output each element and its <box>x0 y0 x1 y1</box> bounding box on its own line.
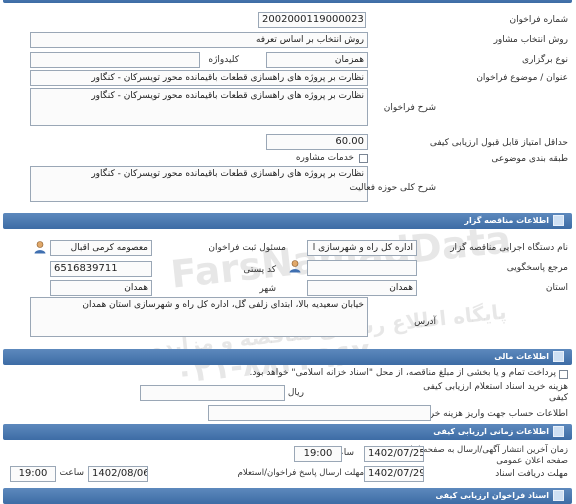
category-value: خدمات مشاوره <box>295 153 354 163</box>
province-field: همدان <box>307 280 417 296</box>
publish-time-field: 19:00 <box>294 446 342 462</box>
deadline-label: مهلت ارسال پاسخ فراخوان/استعلام <box>237 468 364 478</box>
activity-field: نظارت بر پروژه های راهسازی قطعات باقیمان… <box>30 166 368 202</box>
holding-type-field: همزمان <box>266 52 368 68</box>
publish-date-field: 1402/07/25 <box>364 446 424 462</box>
section-icon <box>553 426 564 437</box>
postal-code-field: 6516839711 <box>50 261 152 277</box>
description-field: نظارت بر پروژه های راهسازی قطعات باقیمان… <box>30 88 368 126</box>
call-number-field: 2002000119000023 <box>258 12 366 28</box>
postal-code-label: کد پستی <box>243 265 276 275</box>
doc-cost-field <box>140 385 285 401</box>
city-field: همدان <box>50 280 152 296</box>
treasury-text: پرداخت تمام و یا بخشی از مبلغ مناقصه، از… <box>249 368 556 378</box>
org-name-field: اداره کل راه و شهرسازی ا <box>307 240 417 256</box>
section-header-organizer: اطلاعات مناقصه گزار <box>3 213 572 229</box>
section-icon <box>553 351 564 362</box>
account-label: اطلاعات حساب جهت واریز هزینه خرید <box>422 409 568 419</box>
activity-label: شرح کلی حوزه فعالیت <box>349 183 436 193</box>
address-field: خیابان سعیدیه بالا، ابتدای زلفی گل، ادار… <box>30 297 368 337</box>
section-header-top <box>3 0 572 3</box>
deadline-time-label: ساعت <box>59 468 85 478</box>
section-title: اطلاعات مالی <box>494 352 549 361</box>
min-score-label: حداقل امتیاز قابل قبول ارزیابی کیفی <box>429 138 568 148</box>
section-title: اسناد فراخوان ارزیابی کیفی <box>435 491 549 500</box>
description-label: شرح فراخوان <box>383 103 436 113</box>
consultant-method-field: روش انتخاب بر اساس تعرفه <box>30 32 368 48</box>
address-label: آدرس <box>414 317 436 327</box>
treasury-checkbox[interactable] <box>559 370 568 379</box>
subject-field: نظارت بر پروژه های راهسازی قطعات باقیمان… <box>30 70 368 86</box>
reference-label: مرجع پاسخگویی <box>506 263 568 273</box>
account-field <box>208 405 431 421</box>
category-checkbox[interactable] <box>359 154 368 163</box>
deadline-date-field: 1402/08/06 <box>88 466 148 482</box>
reference-user-icon[interactable] <box>288 259 302 273</box>
rial-unit: ریال <box>287 388 304 398</box>
deadline-time-field: 19:00 <box>10 466 56 482</box>
section-icon <box>553 215 564 226</box>
section-icon <box>553 490 564 501</box>
section-title: اطلاعات مناقصه گزار <box>464 216 549 225</box>
receive-date-field: 1402/07/29 <box>364 466 424 482</box>
doc-cost-label: هزینه خرید اسناد استعلام ارزیابی کیفی <box>423 382 568 392</box>
city-label: شهر <box>259 284 276 294</box>
org-name-label: نام دستگاه اجرایی مناقصه گزار <box>450 243 568 253</box>
category-label: طبقه بندی موضوعی <box>491 154 568 164</box>
consultant-method-label: روش انتخاب مشاور <box>493 35 568 45</box>
doc-cost-label-2: کیفی <box>548 393 568 403</box>
holding-type-label: نوع برگزاری <box>522 55 568 65</box>
registrar-field: معصومه کرمی اقبال <box>50 240 152 256</box>
province-label: استان <box>545 283 568 293</box>
section-header-timing: اطلاعات زمانی ارزیابی کیفی <box>3 424 572 440</box>
publish-label-2: صفحه اعلان عمومی <box>496 456 568 466</box>
registrar-label: مسئول ثبت فراخوان <box>208 243 286 253</box>
keyword-label: کلیدواژه <box>208 55 239 65</box>
receive-label: مهلت دریافت اسناد <box>495 469 568 479</box>
user-icon[interactable] <box>33 240 47 254</box>
section-header-documents: اسناد فراخوان ارزیابی کیفی <box>3 488 572 504</box>
min-score-field: 60.00 <box>266 134 368 150</box>
subject-label: عنوان / موضوع فراخوان <box>476 73 568 83</box>
reference-field <box>307 260 417 276</box>
section-header-finance: اطلاعات مالی <box>3 349 572 365</box>
section-title: اطلاعات زمانی ارزیابی کیفی <box>433 427 549 436</box>
call-number-label: شماره فراخوان <box>509 15 569 25</box>
keyword-field <box>30 52 200 68</box>
